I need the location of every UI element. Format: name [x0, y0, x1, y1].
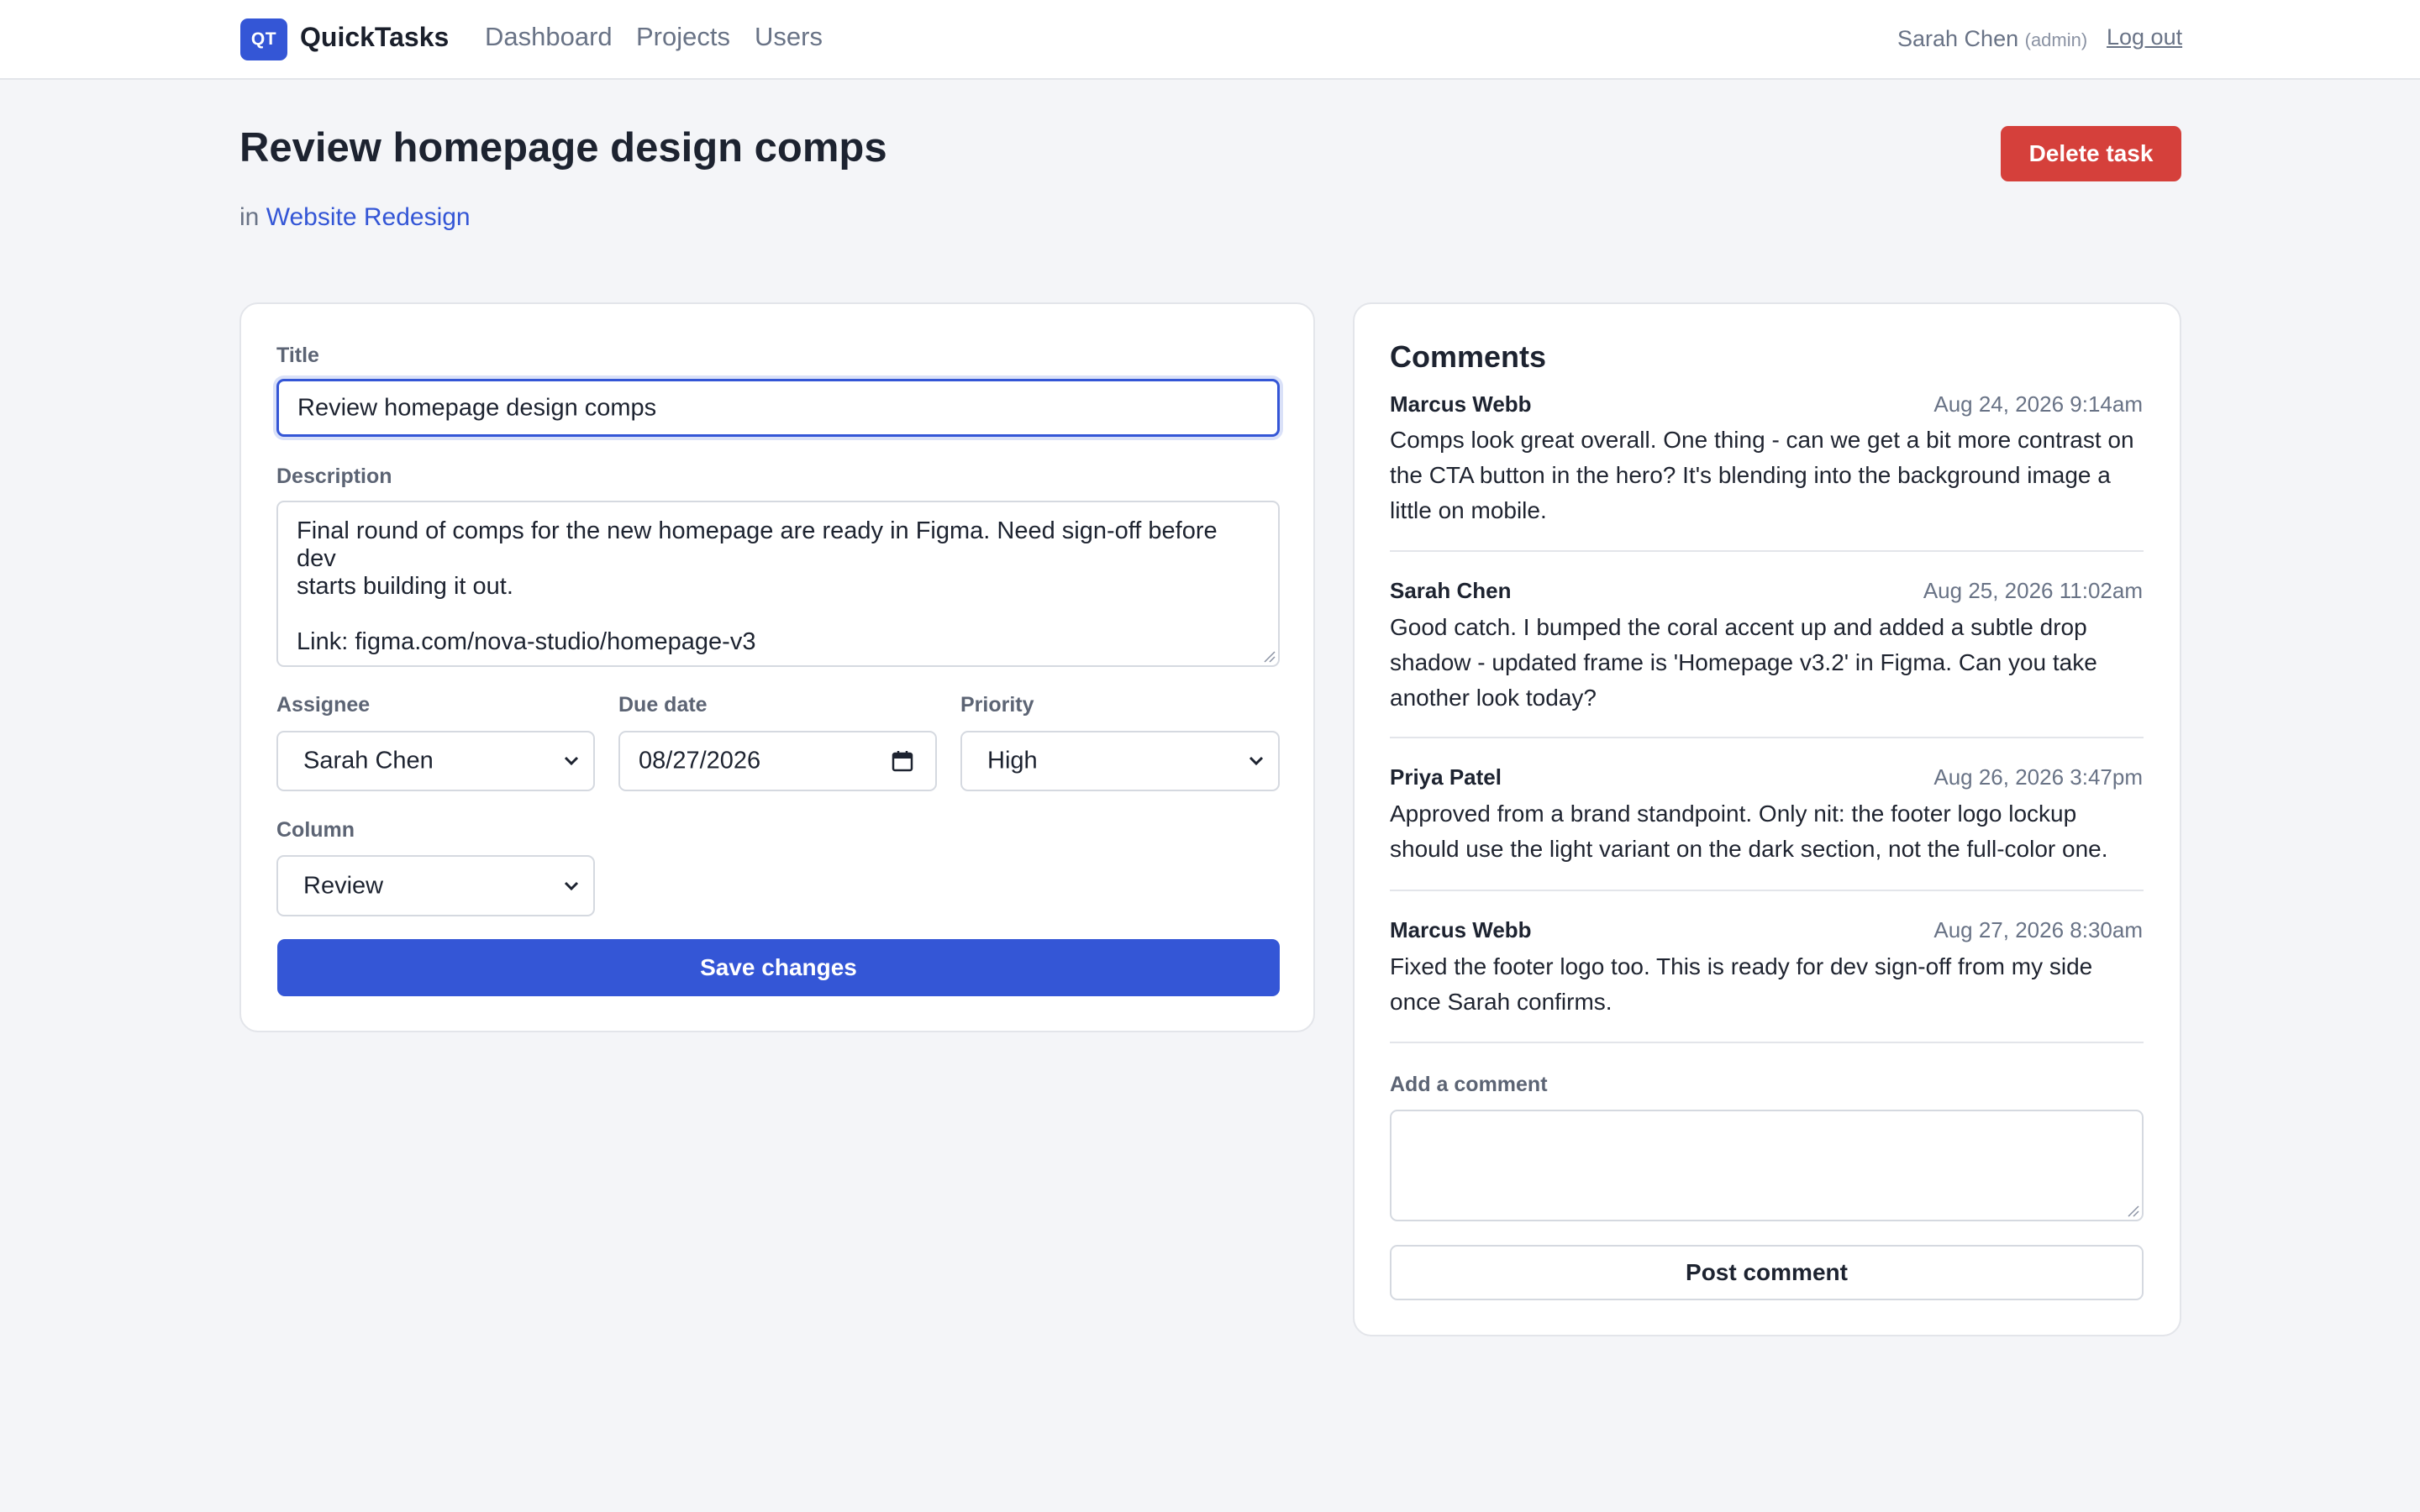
- project-link[interactable]: Website Redesign: [266, 203, 471, 231]
- assignee-label: Assignee: [276, 693, 371, 717]
- title-input[interactable]: Review homepage design comps: [276, 379, 1280, 437]
- delete-task-button[interactable]: Delete task: [2001, 126, 2181, 181]
- due-date-label: Due date: [618, 693, 708, 717]
- title-label: Title: [276, 344, 319, 367]
- project-breadcrumb: in Website Redesign: [239, 203, 471, 232]
- chevron-down-icon: [564, 756, 579, 766]
- save-changes-button[interactable]: Save changes: [277, 939, 1280, 996]
- priority-select[interactable]: High: [960, 731, 1280, 791]
- brand-logo-icon[interactable]: QT: [240, 18, 287, 60]
- column-value: Review: [303, 872, 384, 899]
- comment-author: Sarah Chen: [1390, 578, 1512, 603]
- logout-link[interactable]: Log out: [2107, 24, 2182, 50]
- assignee-value: Sarah Chen: [303, 747, 434, 774]
- comment-timestamp: Aug 26, 2026 3:47pm: [1933, 764, 2143, 790]
- comment-author: Priya Patel: [1390, 764, 1502, 790]
- due-date-value: 08/27/2026: [639, 747, 761, 774]
- current-user-role: (admin): [2024, 29, 2088, 50]
- comment-author: Marcus Webb: [1390, 391, 1532, 417]
- comment-body: Comps look great overall. One thing - ca…: [1390, 427, 2134, 523]
- description-label: Description: [276, 465, 392, 488]
- comment-timestamp: Aug 27, 2026 8:30am: [1933, 917, 2143, 942]
- description-value: Final round of comps for the new homepag…: [297, 517, 1218, 655]
- current-user: Sarah Chen (admin): [1897, 26, 2087, 52]
- in-label: in: [239, 203, 260, 231]
- priority-label: Priority: [960, 693, 1034, 717]
- chevron-down-icon: [1249, 756, 1264, 766]
- title-input-value: Review homepage design comps: [297, 394, 657, 421]
- comment-body: Approved from a brand standpoint. Only n…: [1390, 801, 2108, 862]
- description-textarea[interactable]: Final round of comps for the new homepag…: [276, 501, 1280, 667]
- calendar-icon[interactable]: [892, 750, 913, 772]
- resize-grip-icon[interactable]: [2126, 1204, 2139, 1217]
- comments-heading: Comments: [1390, 339, 1547, 374]
- add-comment-label: Add a comment: [1390, 1073, 1548, 1096]
- resize-grip-icon[interactable]: [1262, 649, 1276, 663]
- top-navigation-bar: QT QuickTasks Dashboard Projects Users S…: [0, 0, 2420, 80]
- chevron-down-icon: [564, 881, 579, 890]
- nav-users[interactable]: Users: [755, 22, 823, 52]
- comment-divider: [1390, 1042, 2144, 1043]
- due-date-input[interactable]: 08/27/2026: [618, 731, 937, 791]
- assignee-select[interactable]: Sarah Chen: [276, 731, 595, 791]
- comment-body: Good catch. I bumped the coral accent up…: [1390, 614, 2097, 711]
- nav-dashboard[interactable]: Dashboard: [485, 22, 613, 52]
- comment-timestamp: Aug 24, 2026 9:14am: [1933, 391, 2143, 417]
- priority-value: High: [987, 747, 1038, 774]
- comment-body: Fixed the footer logo too. This is ready…: [1390, 953, 2093, 1015]
- post-comment-button[interactable]: Post comment: [1390, 1245, 2144, 1300]
- page-title: Review homepage design comps: [239, 125, 887, 171]
- column-label: Column: [276, 818, 355, 842]
- comment-divider: [1390, 550, 2144, 552]
- column-select[interactable]: Review: [276, 855, 595, 916]
- current-user-name: Sarah Chen: [1897, 26, 2019, 51]
- brand-name[interactable]: QuickTasks: [300, 22, 449, 53]
- comment-author: Marcus Webb: [1390, 917, 1532, 942]
- comment-divider: [1390, 890, 2144, 891]
- add-comment-textarea[interactable]: [1390, 1110, 2144, 1221]
- nav-projects[interactable]: Projects: [636, 22, 730, 52]
- comment-divider: [1390, 737, 2144, 738]
- comment-timestamp: Aug 25, 2026 11:02am: [1923, 578, 2143, 603]
